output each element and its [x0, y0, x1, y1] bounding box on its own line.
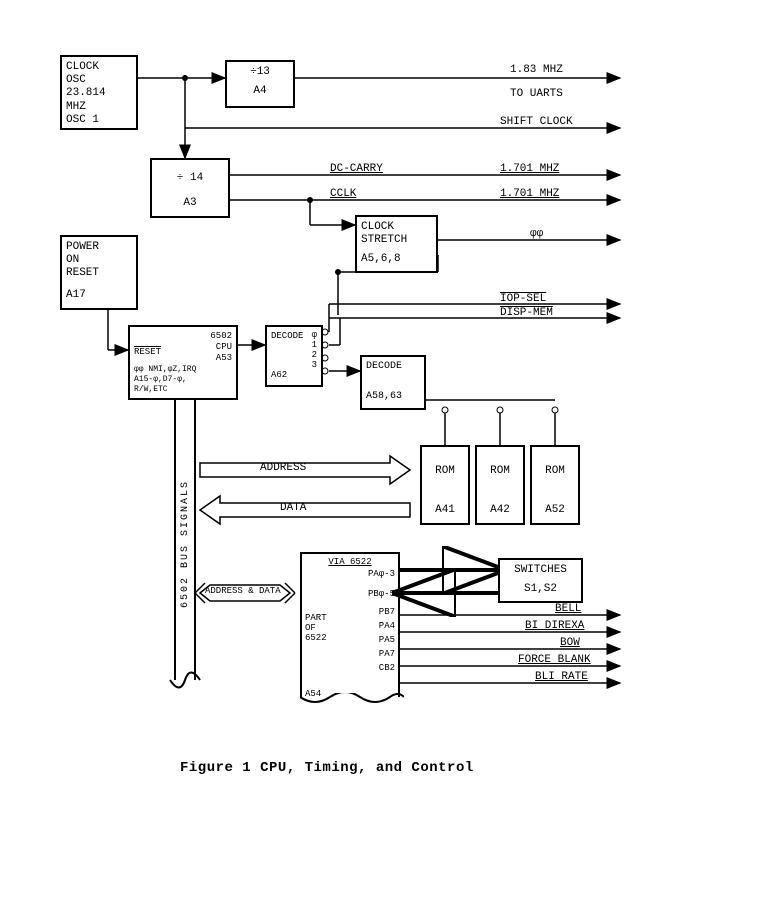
sig-cclk-freq: 1.701 MHZ	[500, 188, 559, 200]
clock-osc-block: CLOCK OSC 23.814 MHZ OSC 1	[60, 55, 138, 130]
decode2-label: DECODE	[366, 361, 420, 373]
rom3-ref: A52	[536, 504, 574, 517]
rom2-ref: A42	[481, 504, 519, 517]
sig-data: DATA	[280, 502, 306, 514]
decode1-block: DECODE φ 1 2 3 A62	[265, 325, 323, 387]
rom2-label: ROM	[481, 465, 519, 478]
cpu-l2: CPU	[216, 342, 232, 352]
sig-dc-freq: 1.701 MHZ	[500, 163, 559, 175]
clock-stretch-ref: A5,6,8	[361, 253, 432, 266]
cpu-l1: 6502	[210, 331, 232, 341]
rom1-ref: A41	[426, 504, 464, 517]
figure-caption: Figure 1 CPU, Timing, and Control	[180, 760, 474, 776]
cpu-sig1: φφ NMI,φZ,IRQ	[134, 365, 196, 375]
power-reset-l2: ON	[66, 254, 132, 267]
sig-phi0: φφ	[530, 228, 543, 240]
via-pa7: PA7	[305, 649, 395, 659]
power-reset-l3: RESET	[66, 267, 132, 280]
sig-bell: BELL	[555, 603, 581, 615]
via-title: VIA 6522	[305, 557, 395, 567]
rom3-label: ROM	[536, 465, 574, 478]
sig-forceblank: FORCE BLANK	[518, 654, 591, 666]
clock-osc-line2: OSC	[66, 74, 132, 87]
decode2-block: DECODE A58,63	[360, 355, 426, 410]
switches-l1: SWITCHES	[504, 564, 577, 577]
sig-address-data: ADDRESS & DATA	[205, 586, 281, 596]
div14-block: ÷ 14 A3	[150, 158, 230, 218]
via-cb2: CB2	[305, 663, 395, 673]
div13-ref: A4	[231, 85, 289, 98]
sig-1-83mhz: 1.83 MHZ	[510, 64, 563, 76]
sig-to-uarts: TO UARTS	[510, 88, 563, 100]
via-pa03: PAφ-3	[305, 569, 395, 579]
via-side: PART OF 6522	[305, 614, 327, 644]
power-reset-block: POWER ON RESET A17	[60, 235, 138, 310]
cpu-reset: RESET	[134, 347, 161, 358]
div13-label: ÷13	[231, 66, 289, 79]
sig-cclk: CCLK	[330, 188, 356, 200]
rom3-block: ROM A52	[530, 445, 580, 525]
cpu-sig3: R/W,ETC	[134, 385, 168, 395]
decode1-ref: A62	[271, 370, 287, 381]
bus-column-label: 6502 BUS SIGNALS	[180, 480, 191, 608]
clock-osc-line4: MHZ	[66, 101, 132, 114]
cpu-block: 6502 CPU A53 RESET φφ NMI,φZ,IRQ A15-φ,D…	[128, 325, 238, 400]
power-reset-l1: POWER	[66, 241, 132, 254]
decode1-label: DECODE	[271, 331, 317, 342]
rom2-block: ROM A42	[475, 445, 525, 525]
via-ref: A54	[305, 689, 321, 699]
div14-label: ÷ 14	[156, 172, 224, 185]
rom1-label: ROM	[426, 465, 464, 478]
clock-osc-line3: 23.814	[66, 87, 132, 100]
decode2-ref: A58,63	[366, 391, 420, 403]
decode1-nums: φ 1 2 3	[312, 331, 317, 371]
sig-iop-sel: IOP-SEL	[500, 293, 546, 305]
sig-dc-carry: DC-CARRY	[330, 163, 383, 175]
clock-stretch-l2: STRETCH	[361, 234, 432, 247]
clock-osc-line5: OSC 1	[66, 114, 132, 127]
clock-osc-line1: CLOCK	[66, 61, 132, 74]
via-block: VIA 6522 PAφ-3 PBφ-5 PB7 PA4 PA5 PA7 CB2…	[300, 552, 400, 697]
switches-block: SWITCHES S1,S2	[498, 558, 583, 603]
switches-l2: S1,S2	[504, 583, 577, 596]
div14-ref: A3	[156, 197, 224, 210]
rom1-block: ROM A41	[420, 445, 470, 525]
cpu-l3: A53	[216, 353, 232, 363]
sig-address: ADDRESS	[260, 462, 306, 474]
clock-stretch-l1: CLOCK	[361, 221, 432, 234]
div13-block: ÷13 A4	[225, 60, 295, 108]
clock-stretch-block: CLOCK STRETCH A5,6,8	[355, 215, 438, 273]
sig-bow: BOW	[560, 637, 580, 649]
cpu-sig2: A15-φ,D7-φ,	[134, 375, 187, 385]
via-pb05: PBφ-5	[305, 589, 395, 599]
sig-bidirexa: BI DIREXA	[525, 620, 584, 632]
sig-shift-clock: SHIFT CLOCK	[500, 116, 573, 128]
sig-blirate: BLI RATE	[535, 671, 588, 683]
sig-disp-mem: DISP-MEM	[500, 307, 553, 319]
power-reset-ref: A17	[66, 289, 132, 302]
